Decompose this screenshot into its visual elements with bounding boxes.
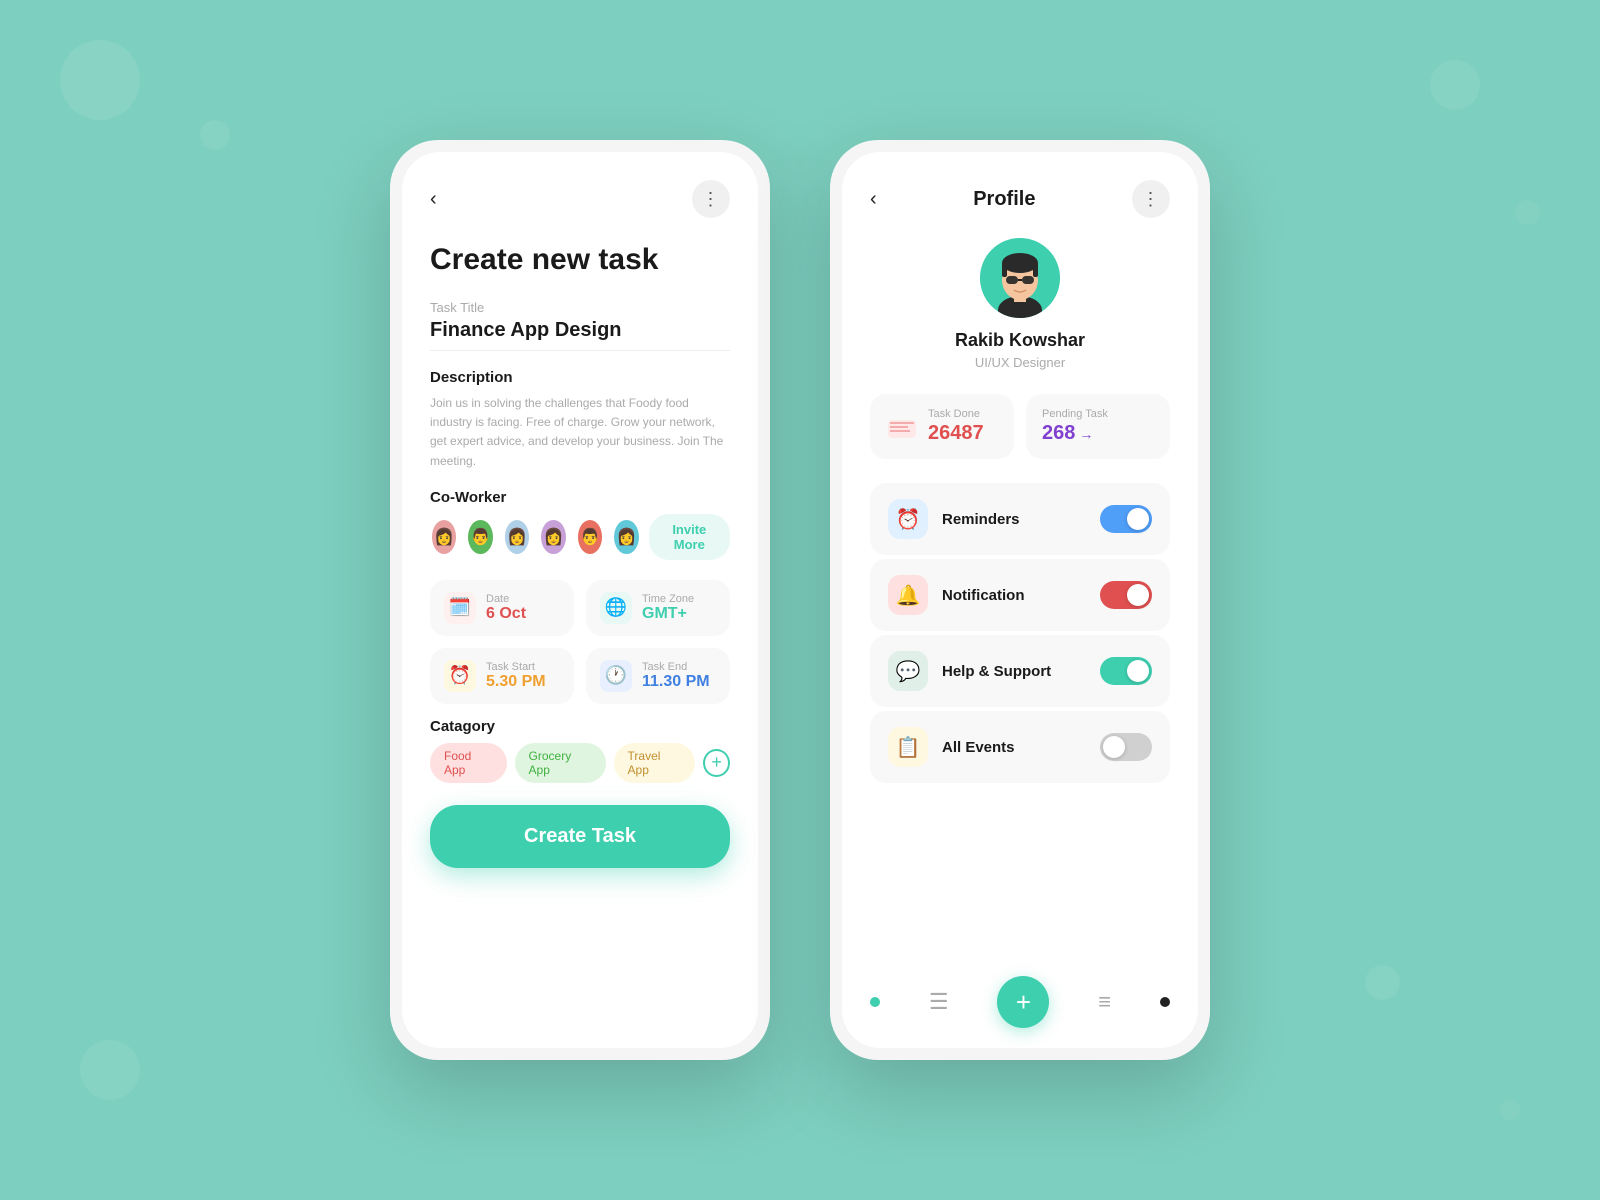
profile-more-options-button[interactable]: ⋮ [1132, 180, 1170, 218]
task-start-icon: ⏰ [444, 660, 476, 692]
tag-travel[interactable]: Travel App [614, 743, 696, 783]
more-options-button[interactable]: ⋮ [692, 180, 730, 218]
timezone-label: Time Zone [642, 593, 694, 605]
date-icon: 🗓️ [444, 592, 476, 624]
help-support-row: 💬 Help & Support [870, 635, 1170, 707]
task-start-value: 5.30 PM [486, 673, 546, 691]
avatar-1: 👩 [430, 518, 458, 556]
all-events-row: 📋 All Events [870, 711, 1170, 783]
left-phone-header: ‹ ⋮ [430, 180, 730, 218]
back-button[interactable]: ‹ [430, 188, 437, 211]
notification-toggle[interactable] [1100, 581, 1152, 609]
task-title-label: Task Title [430, 300, 730, 315]
profile-avatar [980, 238, 1060, 318]
task-end-value: 11.30 PM [642, 673, 710, 691]
notification-icon-wrap: 🔔 [888, 575, 928, 615]
category-section: Catagory Food App Grocery App Travel App… [430, 718, 730, 783]
description-text: Join us in solving the challenges that F… [430, 394, 730, 471]
profile-name: Rakib Kowshar [955, 330, 1085, 351]
avatar-2: 👨 [466, 518, 494, 556]
date-card[interactable]: 🗓️ Date 6 Oct [430, 580, 574, 636]
tag-grocery[interactable]: Grocery App [515, 743, 606, 783]
task-end-label: Task End [642, 661, 710, 673]
tag-food[interactable]: Food App [430, 743, 507, 783]
task-done-label: Task Done [928, 408, 984, 420]
nav-home-dot[interactable] [870, 997, 880, 1007]
nav-profile-dot[interactable] [1160, 997, 1170, 1007]
profile-title: Profile [973, 188, 1035, 211]
right-phone-header: ‹ Profile ⋮ [870, 180, 1170, 218]
reminders-icon: ⏰ [896, 507, 921, 532]
date-value: 6 Oct [486, 605, 526, 623]
all-events-icon: 📋 [896, 735, 921, 760]
all-events-label: All Events [942, 739, 1086, 756]
invite-more-button[interactable]: Invite More [649, 514, 730, 560]
task-end-icon: 🕐 [600, 660, 632, 692]
task-done-value: 26487 [928, 422, 984, 445]
nav-menu-icon[interactable]: ☰ [929, 989, 949, 1015]
profile-back-button[interactable]: ‹ [870, 188, 877, 211]
left-phone: ‹ ⋮ Create new task Task Title Finance A… [390, 140, 770, 1060]
pending-task-card: Pending Task 268 → [1026, 394, 1170, 459]
reminders-row: ⏰ Reminders [870, 483, 1170, 555]
timezone-card[interactable]: 🌐 Time Zone GMT+ [586, 580, 730, 636]
task-done-card: Task Done 26487 [870, 394, 1014, 459]
description-label: Description [430, 369, 730, 386]
task-start-label: Task Start [486, 661, 546, 673]
category-label: Catagory [430, 718, 730, 735]
avatar-6: 👩 [612, 518, 640, 556]
timezone-icon: 🌐 [600, 592, 632, 624]
reminders-icon-wrap: ⏰ [888, 499, 928, 539]
coworker-section: Co-Worker 👩 👨 👩 👩 👨 👩 Invite More [430, 489, 730, 560]
help-support-icon-wrap: 💬 [888, 651, 928, 691]
avatar-4: 👩 [539, 518, 567, 556]
category-tags: Food App Grocery App Travel App + [430, 743, 730, 783]
reminders-label: Reminders [942, 511, 1086, 528]
pending-task-label: Pending Task [1042, 408, 1108, 420]
add-tag-button[interactable]: + [703, 749, 730, 777]
task-done-icon [886, 411, 918, 443]
coworker-label: Co-Worker [430, 489, 730, 506]
nav-list-icon[interactable]: ≡ [1098, 989, 1111, 1015]
settings-list: ⏰ Reminders 🔔 Notification [870, 483, 1170, 783]
avatar-5: 👨 [576, 518, 604, 556]
pending-task-value: 268 [1042, 422, 1075, 445]
task-title-value: Finance App Design [430, 319, 730, 351]
reminders-toggle[interactable] [1100, 505, 1152, 533]
all-events-toggle[interactable] [1100, 733, 1152, 761]
profile-role: UI/UX Designer [975, 355, 1065, 370]
avatar-3: 👩 [503, 518, 531, 556]
page-title: Create new task [430, 242, 730, 278]
notification-icon: 🔔 [896, 583, 921, 608]
profile-avatar-section: Rakib Kowshar UI/UX Designer [870, 238, 1170, 370]
right-phone: ‹ Profile ⋮ [830, 140, 1210, 1060]
nav-fab-button[interactable]: + [997, 976, 1049, 1028]
bottom-nav: ☰ + ≡ [870, 976, 1170, 1028]
date-time-grid: 🗓️ Date 6 Oct 🌐 Time Zone GMT+ ⏰ [430, 580, 730, 704]
help-support-icon: 💬 [896, 659, 921, 684]
task-start-card[interactable]: ⏰ Task Start 5.30 PM [430, 648, 574, 704]
task-end-card[interactable]: 🕐 Task End 11.30 PM [586, 648, 730, 704]
avatar-svg [980, 238, 1060, 318]
date-label: Date [486, 593, 526, 605]
all-events-icon-wrap: 📋 [888, 727, 928, 767]
phones-container: ‹ ⋮ Create new task Task Title Finance A… [390, 140, 1210, 1060]
help-support-toggle[interactable] [1100, 657, 1152, 685]
create-task-button[interactable]: Create Task [430, 805, 730, 868]
timezone-value: GMT+ [642, 605, 694, 623]
notification-row: 🔔 Notification [870, 559, 1170, 631]
coworker-avatars: 👩 👨 👩 👩 👨 👩 Invite More [430, 514, 730, 560]
pending-arrow-icon: → [1079, 426, 1093, 442]
stats-row: Task Done 26487 Pending Task 268 → [870, 394, 1170, 459]
notification-label: Notification [942, 587, 1086, 604]
help-support-label: Help & Support [942, 663, 1086, 680]
